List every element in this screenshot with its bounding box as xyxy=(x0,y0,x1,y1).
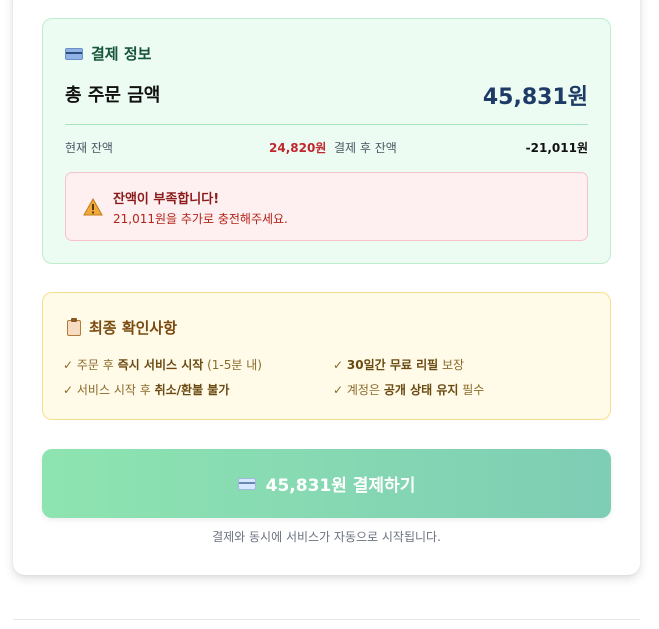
check-icon: ✓ xyxy=(63,358,74,372)
payment-info-title: 결제 정보 xyxy=(91,45,152,63)
check-icon: ✓ xyxy=(333,358,344,372)
credit-card-icon xyxy=(65,47,83,60)
total-amount-label: 총 주문 금액 xyxy=(65,85,161,106)
after-balance-label: 결제 후 잔액 xyxy=(334,141,397,155)
confirmation-item: ✓ 주문 후 즉시 서비스 시작 (1-5분 내) xyxy=(63,358,262,372)
credit-card-icon xyxy=(237,477,256,490)
divider xyxy=(65,124,588,125)
confirmation-title: 최종 확인사항 xyxy=(89,319,178,337)
pay-button-label: 45,831원 결제하기 xyxy=(265,476,416,496)
warning-message: 21,011원을 추가로 충전해주세요. xyxy=(113,212,288,226)
clipboard-icon xyxy=(67,317,81,336)
final-confirmation-panel: 최종 확인사항 ✓ 주문 후 즉시 서비스 시작 (1-5분 내) ✓ 30일간… xyxy=(42,292,611,420)
pay-button[interactable]: 45,831원 결제하기 xyxy=(42,449,611,518)
current-balance-value: 24,820원 xyxy=(269,141,327,155)
confirmation-item: ✓ 서비스 시작 후 취소/환불 불가 xyxy=(63,383,230,397)
after-balance-value: -21,011원 xyxy=(525,141,588,155)
check-icon: ✓ xyxy=(63,383,74,397)
confirmation-header: 최종 확인사항 xyxy=(67,317,177,338)
auto-start-notice: 결제와 동시에 서비스가 자동으로 시작됩니다. xyxy=(212,530,441,544)
payment-info-panel: 결제 정보 총 주문 금액 45,831원 현재 잔액 24,820원 결제 후… xyxy=(42,18,611,264)
divider xyxy=(13,619,640,620)
confirmation-item: ✓ 계정은 공개 상태 유지 필수 xyxy=(333,383,485,397)
warning-triangle-icon xyxy=(83,198,103,216)
current-balance-label: 현재 잔액 xyxy=(65,141,113,155)
warning-title: 잔액이 부족합니다! xyxy=(113,192,220,207)
payment-info-header: 결제 정보 xyxy=(65,43,151,64)
total-amount-value: 45,831원 xyxy=(482,85,588,110)
confirmation-item: ✓ 30일간 무료 리필 보장 xyxy=(333,358,465,372)
insufficient-balance-alert: 잔액이 부족합니다! 21,011원을 추가로 충전해주세요. xyxy=(65,172,588,241)
check-icon: ✓ xyxy=(333,383,344,397)
